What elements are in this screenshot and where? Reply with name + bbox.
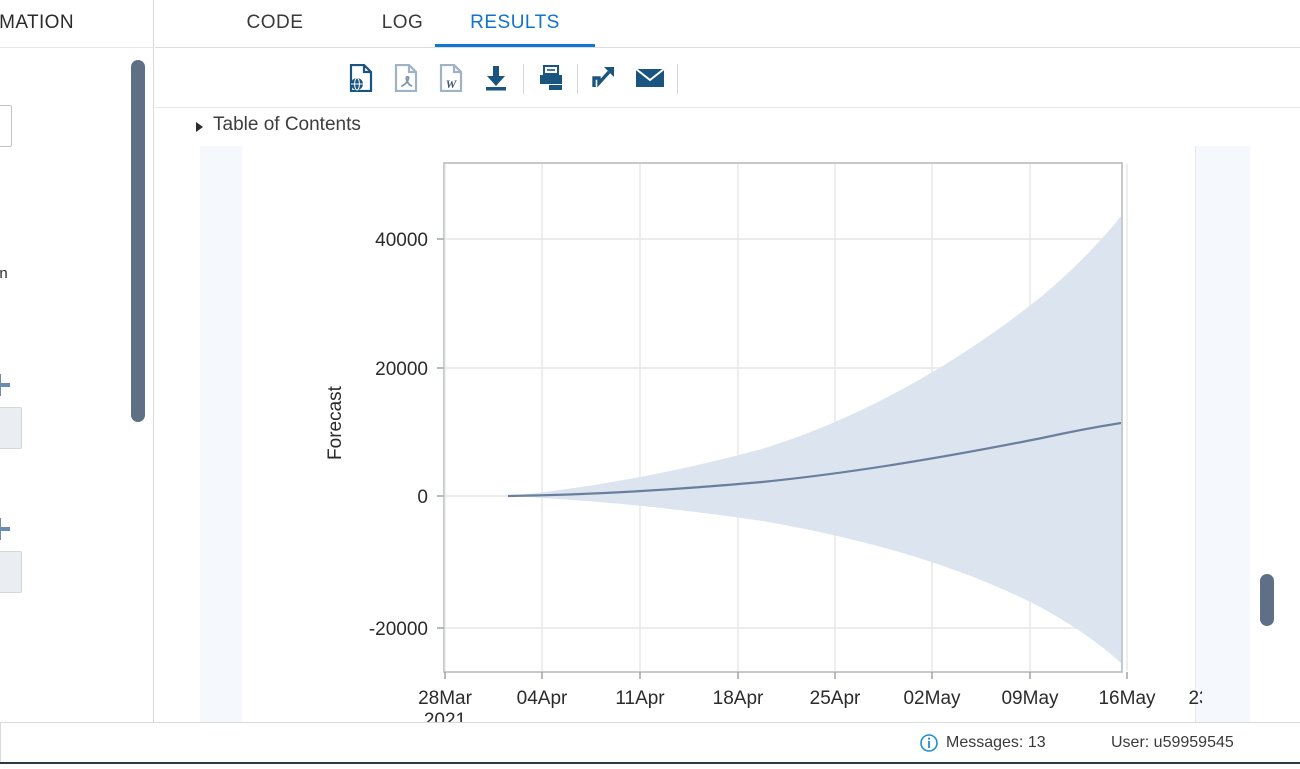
x-axis-year-label: 2021 — [424, 710, 466, 722]
printer-icon — [537, 64, 565, 92]
add-item-icon[interactable] — [0, 374, 10, 396]
export-html-button[interactable] — [340, 58, 382, 98]
left-panel-header: INFORMATION — [0, 0, 154, 48]
open-in-new-window-button[interactable] — [583, 58, 625, 98]
toolbar-separator — [523, 64, 524, 94]
add-item-icon[interactable] — [0, 518, 10, 540]
x-tick-label: 09May — [1001, 688, 1059, 709]
status-user-label: User: u59959545 — [1111, 734, 1234, 752]
x-tick-label: 16May — [1098, 688, 1156, 709]
print-button[interactable] — [530, 58, 572, 98]
document-word-icon: W — [438, 64, 464, 92]
x-tick-label: 11Apr — [615, 688, 665, 709]
status-bar-left-edge — [0, 722, 1, 762]
y-axis-label: Forecast — [325, 385, 346, 460]
table-of-contents-toggle[interactable]: Table of Contents — [155, 110, 1300, 146]
results-viewer-window: INFORMATION on CODE LOG RESULTS — [0, 0, 1300, 769]
results-toolbar: W — [155, 48, 1300, 108]
left-panel-scrollbar-thumb[interactable] — [131, 60, 145, 422]
y-tick-label: 0 — [417, 487, 428, 508]
results-scrollbar-track[interactable] — [1260, 150, 1274, 720]
x-tick-label: 23May — [1188, 688, 1202, 709]
status-messages-count[interactable]: Messages: 13 — [946, 734, 1046, 752]
caret-right-icon — [196, 122, 203, 132]
tab-code[interactable]: CODE — [210, 0, 340, 47]
page-margin-band-left — [200, 146, 242, 722]
y-tick-label: -20000 — [369, 619, 428, 640]
document-pdf-icon — [393, 64, 419, 92]
toolbar-separator — [577, 64, 578, 94]
export-pdf-button[interactable] — [385, 58, 427, 98]
envelope-icon — [635, 66, 665, 90]
left-information-panel: INFORMATION on — [0, 0, 154, 722]
results-output-area: 40000 20000 0 -20000 Forecast 28Mar 2021… — [155, 146, 1300, 722]
forecast-chart: 40000 20000 0 -20000 Forecast 28Mar 2021… — [242, 146, 1202, 722]
external-link-arrow-icon — [590, 64, 618, 92]
y-tick-label: 20000 — [375, 359, 428, 380]
x-tick-label: 04Apr — [517, 688, 568, 709]
chart-plot-area — [437, 163, 1157, 706]
x-tick-label: 28Mar — [418, 688, 473, 709]
forecast-chart-svg: 40000 20000 0 -20000 Forecast 28Mar 2021… — [242, 146, 1202, 722]
svg-text:W: W — [446, 77, 458, 91]
tab-results[interactable]: RESULTS — [435, 0, 595, 47]
left-panel-placeholder-box[interactable] — [0, 551, 22, 593]
document-html-icon — [348, 64, 374, 92]
page-margin-band-right — [1195, 146, 1250, 722]
results-scrollbar-thumb[interactable] — [1260, 574, 1274, 626]
left-panel-title: INFORMATION — [0, 12, 148, 34]
export-word-button[interactable]: W — [430, 58, 472, 98]
download-button[interactable] — [475, 58, 517, 98]
info-circle-icon[interactable] — [920, 734, 938, 752]
editor-tab-bar: CODE LOG RESULTS — [155, 0, 1300, 48]
download-icon — [482, 64, 510, 92]
table-of-contents-label: Table of Contents — [213, 114, 361, 136]
left-panel-input-field[interactable] — [0, 105, 12, 147]
window-bottom-strip — [0, 762, 1300, 769]
y-tick-label: 40000 — [375, 230, 428, 251]
x-tick-label: 18Apr — [713, 688, 764, 709]
status-bar: Messages: 13 User: u59959545 — [0, 722, 1300, 762]
left-panel-placeholder-box[interactable] — [0, 407, 22, 449]
x-tick-label: 02May — [903, 688, 961, 709]
toolbar-separator — [677, 64, 678, 94]
left-panel-partial-label: on — [0, 265, 8, 282]
x-tick-label: 25Apr — [810, 688, 861, 709]
email-button[interactable] — [629, 58, 671, 98]
